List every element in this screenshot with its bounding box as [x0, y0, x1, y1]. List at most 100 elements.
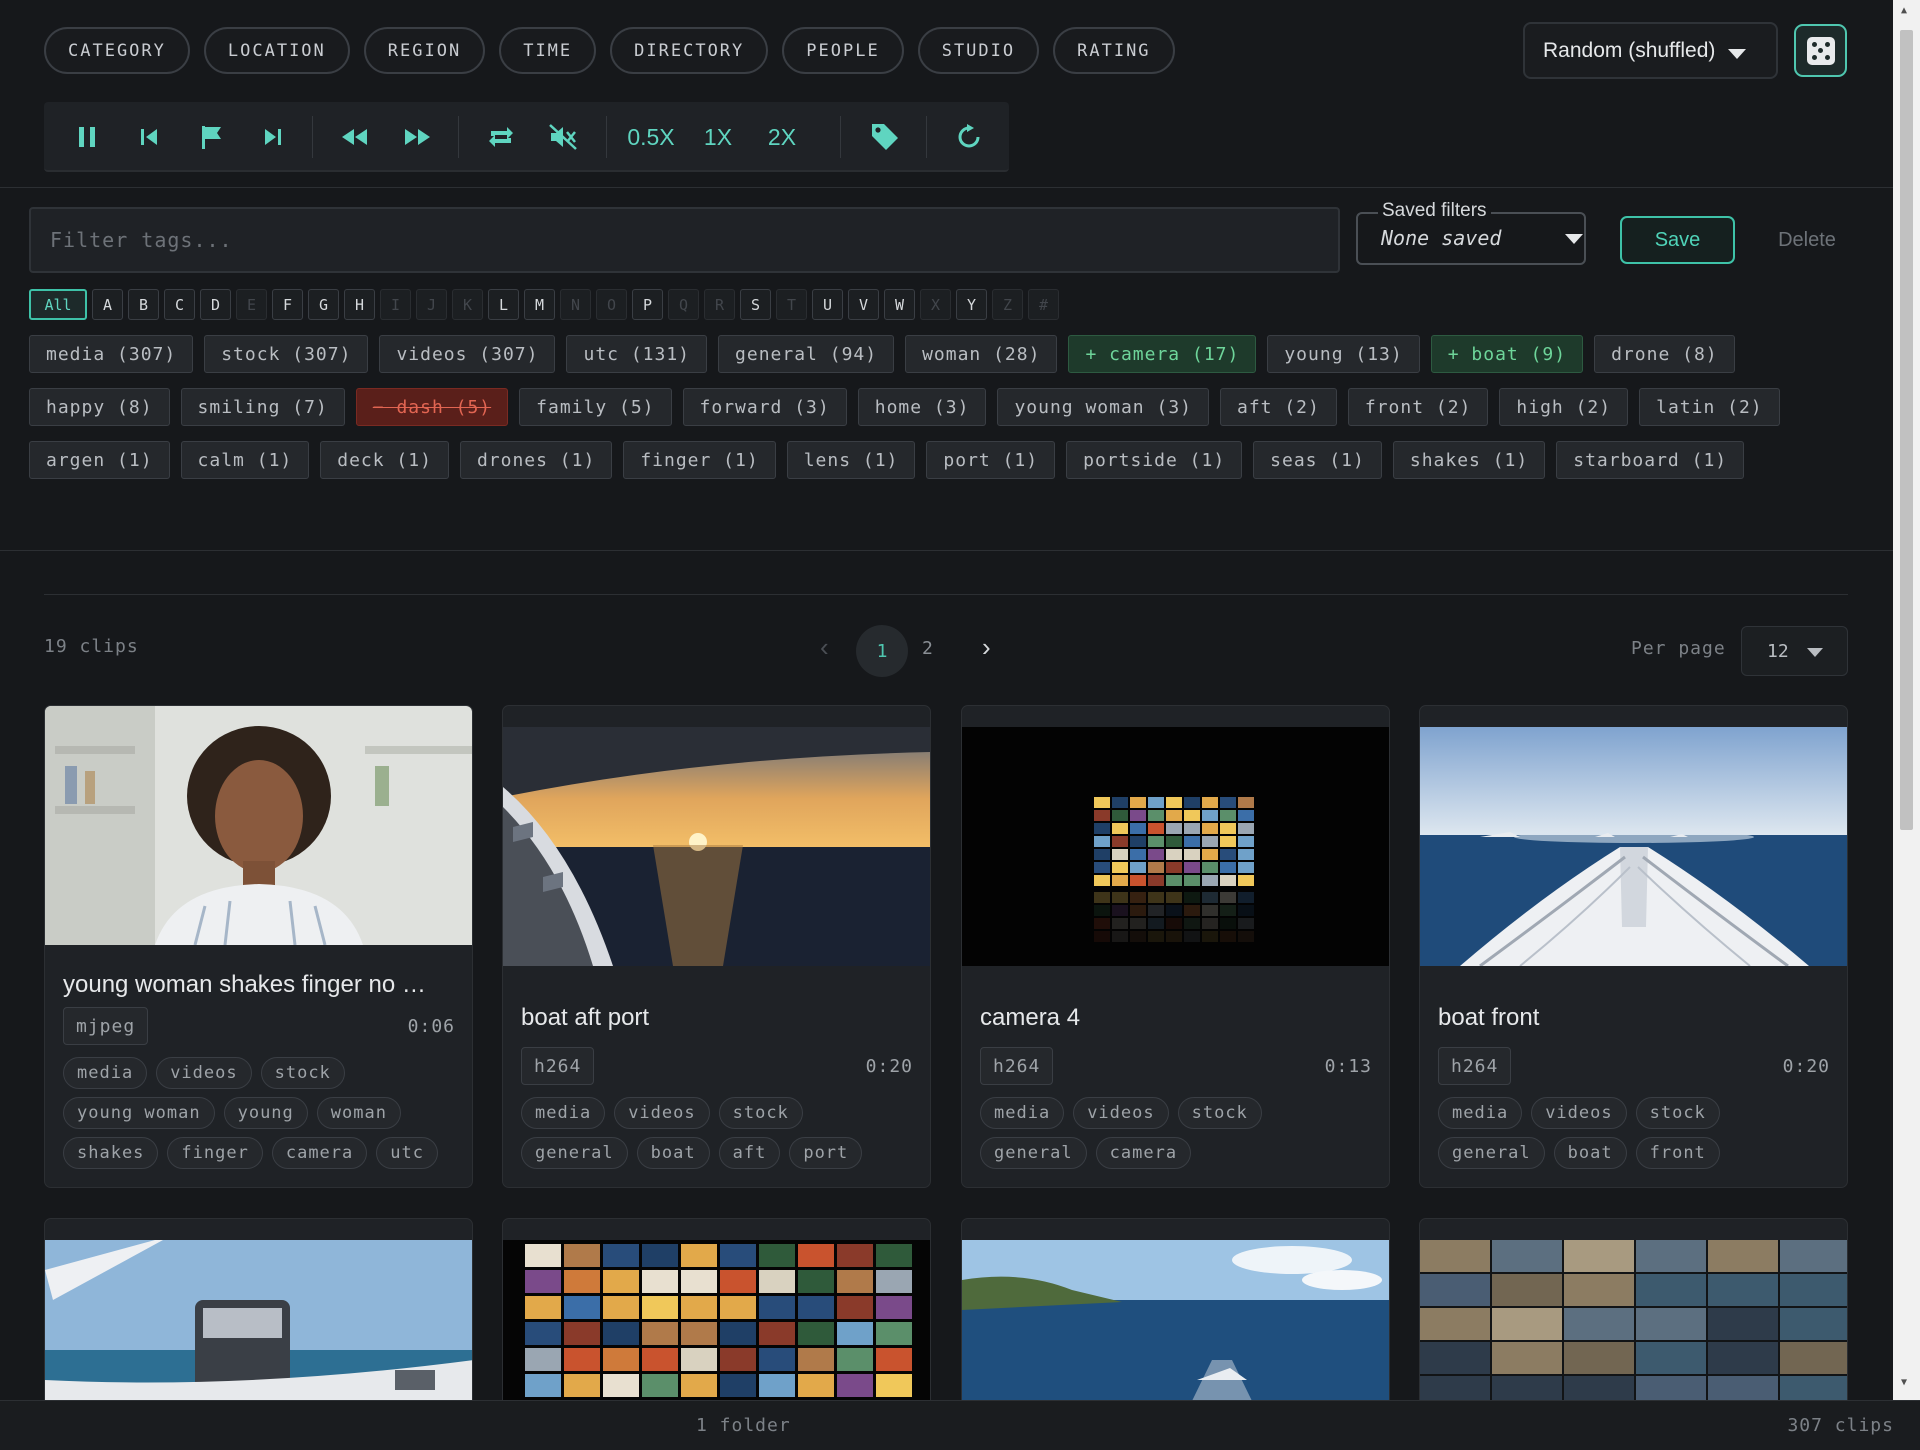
- scrollbar-thumb[interactable]: [1900, 30, 1913, 830]
- clip-tag[interactable]: boat: [636, 1137, 710, 1169]
- clip-tag[interactable]: videos: [156, 1057, 252, 1089]
- clip-card[interactable]: boat front h264 0:20 media videos stock …: [1419, 705, 1848, 1188]
- letter-filter[interactable]: X: [920, 289, 951, 320]
- tag-chip[interactable]: woman (28): [905, 335, 1058, 373]
- tag-chip[interactable]: drone (8): [1594, 335, 1735, 373]
- clip-tag[interactable]: stock: [718, 1097, 803, 1129]
- tag-chip[interactable]: argen (1): [29, 441, 170, 479]
- page-current[interactable]: 1: [856, 625, 908, 677]
- nav-studio[interactable]: STUDIO: [917, 27, 1040, 74]
- flag-icon[interactable]: [188, 102, 234, 172]
- nav-people[interactable]: PEOPLE: [782, 27, 904, 74]
- clip-tag[interactable]: young woman: [63, 1097, 215, 1129]
- tag-chip[interactable]: general (94): [718, 335, 895, 373]
- clip-tag[interactable]: general: [1438, 1137, 1545, 1169]
- nav-location[interactable]: LOCATION: [203, 27, 350, 74]
- clip-card[interactable]: [961, 1218, 1390, 1400]
- tag-chip[interactable]: + camera (17): [1068, 335, 1257, 373]
- tag-chip[interactable]: smiling (7): [180, 388, 345, 426]
- page-2[interactable]: 2: [922, 638, 933, 659]
- letter-filter[interactable]: K: [452, 289, 483, 320]
- clip-tag[interactable]: general: [980, 1137, 1087, 1169]
- clip-tag[interactable]: stock: [1635, 1097, 1720, 1129]
- rewind-icon[interactable]: [332, 102, 378, 172]
- clip-tag[interactable]: port: [789, 1137, 863, 1169]
- letter-filter[interactable]: D: [200, 289, 231, 320]
- letter-filter[interactable]: E: [236, 289, 267, 320]
- tag-chip[interactable]: stock (307): [204, 335, 369, 373]
- tag-chip[interactable]: media (307): [29, 335, 194, 373]
- chevron-right-icon[interactable]: ›: [982, 632, 991, 663]
- letter-filter[interactable]: S: [740, 289, 771, 320]
- tag-chip[interactable]: seas (1): [1253, 441, 1382, 479]
- tag-chip[interactable]: home (3): [857, 388, 987, 426]
- delete-filter-button[interactable]: Delete: [1752, 216, 1862, 264]
- sort-order-select[interactable]: Random (shuffled): [1523, 22, 1778, 79]
- mute-icon[interactable]: [540, 102, 586, 172]
- tag-chip[interactable]: front (2): [1347, 388, 1489, 426]
- letter-filter[interactable]: L: [488, 289, 519, 320]
- letter-filter[interactable]: U: [812, 289, 843, 320]
- clip-tag[interactable]: media: [521, 1097, 606, 1129]
- tag-chip[interactable]: portside (1): [1066, 441, 1243, 479]
- letter-filter[interactable]: I: [380, 289, 411, 320]
- nav-directory[interactable]: DIRECTORY: [610, 27, 769, 74]
- tag-chip[interactable]: + boat (9): [1430, 335, 1584, 373]
- letter-filter[interactable]: O: [596, 289, 627, 320]
- letter-filter[interactable]: M: [524, 289, 555, 320]
- tag-chip[interactable]: calm (1): [180, 441, 310, 479]
- letter-filter[interactable]: T: [776, 289, 807, 320]
- clip-tag[interactable]: woman: [316, 1097, 401, 1129]
- scroll-down-icon[interactable]: ▼: [1901, 1378, 1907, 1388]
- tag-chip[interactable]: utc (131): [566, 335, 708, 373]
- letter-filter[interactable]: J: [416, 289, 447, 320]
- tag-chip[interactable]: drones (1): [459, 441, 613, 479]
- clip-tag[interactable]: videos: [1073, 1097, 1169, 1129]
- clip-tag[interactable]: stock: [1177, 1097, 1262, 1129]
- tag-chip[interactable]: family (5): [519, 388, 672, 426]
- nav-time[interactable]: TIME: [499, 27, 597, 74]
- letter-filter[interactable]: F: [272, 289, 303, 320]
- letter-filter[interactable]: W: [884, 289, 915, 320]
- tag-chip[interactable]: young (13): [1267, 335, 1420, 373]
- clip-tag[interactable]: utc: [376, 1137, 438, 1169]
- tag-chip[interactable]: starboard (1): [1556, 441, 1745, 479]
- page-scrollbar[interactable]: ▲ ▼: [1893, 0, 1920, 1400]
- tag-chip[interactable]: forward (3): [682, 388, 847, 426]
- letter-filter[interactable]: R: [704, 289, 735, 320]
- clip-tag[interactable]: general: [521, 1137, 628, 1169]
- clip-tag[interactable]: media: [1438, 1097, 1523, 1129]
- clip-tag[interactable]: media: [63, 1057, 148, 1089]
- fast-forward-icon[interactable]: [394, 102, 440, 172]
- letter-filter[interactable]: Y: [956, 289, 987, 320]
- previous-icon[interactable]: [126, 102, 172, 172]
- clip-card[interactable]: [502, 1218, 931, 1400]
- letter-filter[interactable]: #: [1028, 289, 1059, 320]
- letter-filter[interactable]: C: [164, 289, 195, 320]
- tag-chip[interactable]: latin (2): [1639, 388, 1780, 426]
- shuffle-button[interactable]: [1794, 24, 1847, 77]
- clip-card[interactable]: [1419, 1218, 1848, 1400]
- tag-chip[interactable]: happy (8): [29, 388, 170, 426]
- speed-half-button[interactable]: 0.5X: [616, 102, 686, 172]
- tag-chip[interactable]: − dash (5): [355, 388, 509, 426]
- letter-filter[interactable]: B: [128, 289, 159, 320]
- letter-filter[interactable]: All: [29, 289, 87, 320]
- letter-filter[interactable]: A: [92, 289, 123, 320]
- clip-tag[interactable]: videos: [1531, 1097, 1627, 1129]
- tag-chip[interactable]: deck (1): [320, 441, 449, 479]
- clip-title[interactable]: camera 4: [980, 1004, 1375, 1032]
- save-filter-button[interactable]: Save: [1620, 216, 1735, 264]
- clip-tag[interactable]: boat: [1553, 1137, 1627, 1169]
- clip-tag[interactable]: aft: [718, 1137, 781, 1169]
- letter-filter[interactable]: G: [308, 289, 339, 320]
- tag-chip[interactable]: high (2): [1499, 388, 1629, 426]
- tag-chip[interactable]: shakes (1): [1392, 441, 1546, 479]
- clip-card[interactable]: young woman shakes finger no … mjpeg 0:0…: [44, 705, 473, 1188]
- chevron-left-icon[interactable]: ‹: [820, 632, 829, 663]
- per-page-select[interactable]: 12: [1741, 626, 1848, 676]
- clip-tag[interactable]: camera: [271, 1137, 368, 1169]
- letter-filter[interactable]: Q: [668, 289, 699, 320]
- clip-tag[interactable]: videos: [614, 1097, 710, 1129]
- refresh-icon[interactable]: [946, 102, 992, 172]
